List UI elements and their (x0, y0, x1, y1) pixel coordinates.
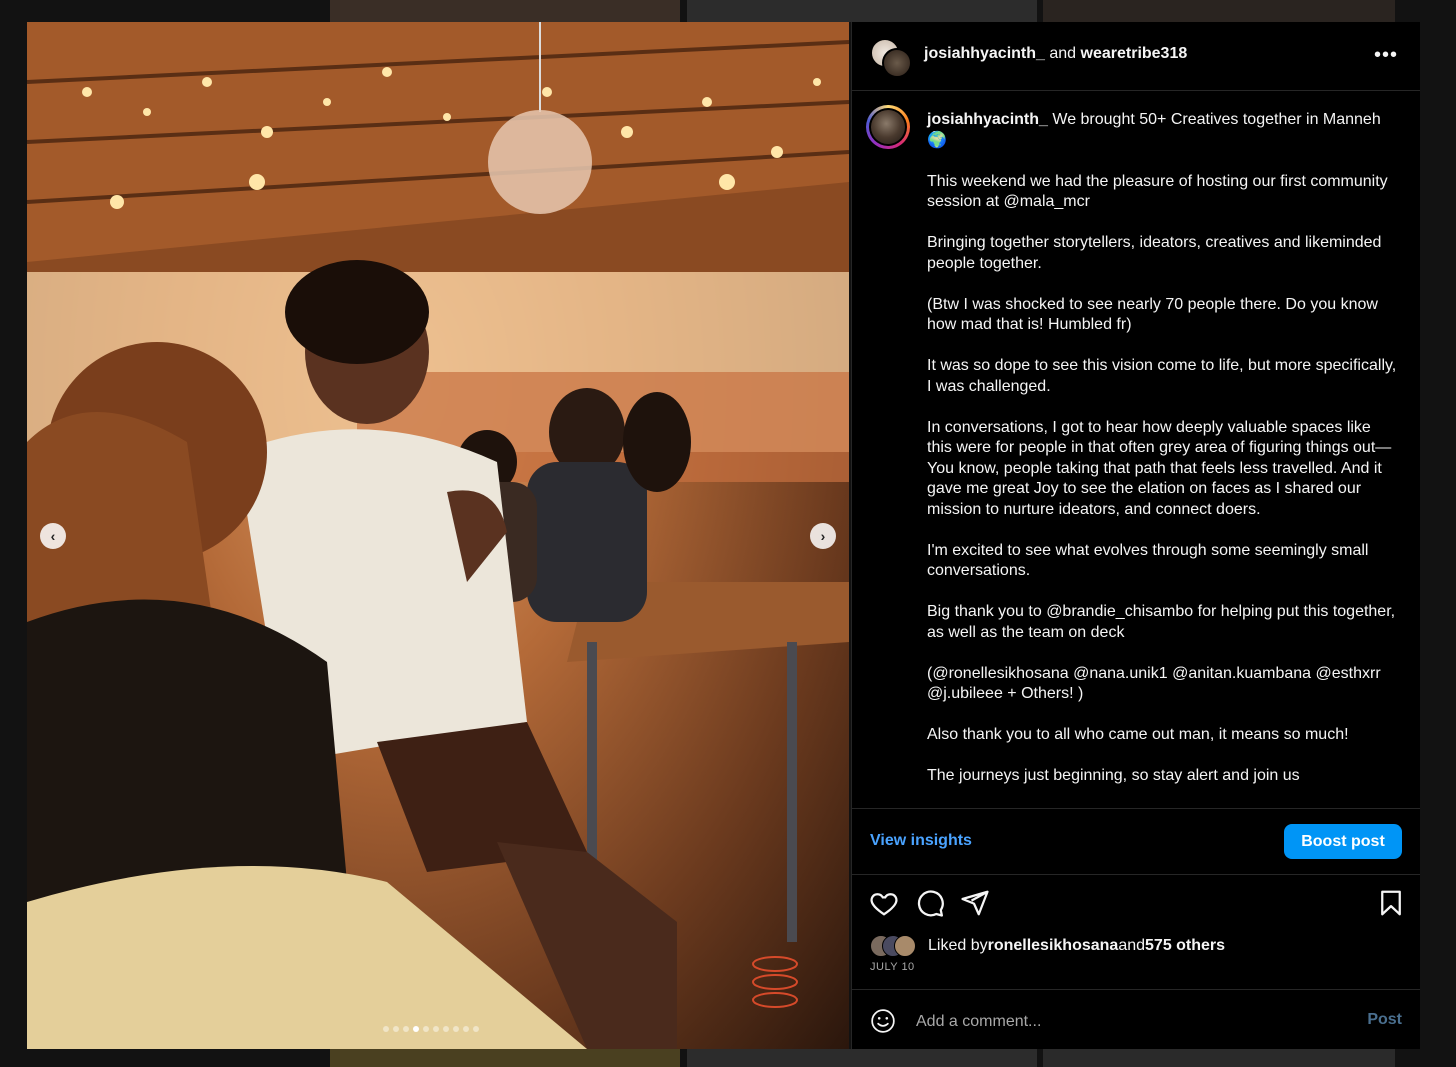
collab-avatars[interactable] (870, 38, 912, 78)
caption-paragraph: It was so dope to see this vision come t… (927, 357, 1397, 395)
chevron-right-icon: › (820, 528, 826, 544)
caption-paragraph: In conversations, I got to hear how deep… (927, 418, 1392, 518)
comment-bar: Post (852, 989, 1420, 1050)
event-photo-illustration (27, 22, 849, 1049)
carousel-dot (453, 1026, 459, 1032)
more-horizontal-icon: ••• (1373, 44, 1398, 66)
emoji-icon[interactable] (870, 1008, 896, 1034)
view-insights-link[interactable]: View insights (870, 832, 972, 850)
caption-paragraph: Bringing together storytellers, ideators… (927, 234, 1382, 272)
caption-paragraph: Also thank you to all who came out man, … (927, 726, 1349, 743)
caption-paragraph: (Btw I was shocked to see nearly 70 peop… (927, 295, 1378, 334)
more-options-button[interactable]: ••• (1374, 44, 1398, 67)
background-tile (687, 0, 1037, 22)
carousel-prev-button[interactable]: ‹ (40, 523, 66, 549)
caption-text: josiahhyacinth_ We brought 50+ Creatives… (927, 110, 1397, 807)
carousel-dot-active (413, 1026, 419, 1032)
background-tile (1043, 0, 1395, 22)
insights-bar: View insights Boost post (852, 808, 1420, 875)
carousel-dot (433, 1026, 439, 1032)
background-tile (330, 0, 680, 22)
avatar (894, 935, 916, 957)
liker-username[interactable]: ronellesikhosana (988, 937, 1119, 955)
background-tile (1043, 1049, 1395, 1067)
background-tile (687, 1049, 1037, 1067)
post-authors[interactable]: josiahhyacinth_ and wearetribe318 (924, 45, 1187, 63)
post-date[interactable]: JULY 10 (870, 961, 915, 973)
carousel-dot (423, 1026, 429, 1032)
likes-prefix: Liked by (928, 937, 988, 954)
carousel-dot (383, 1026, 389, 1032)
author-username[interactable]: josiahhyacinth_ (924, 45, 1045, 62)
caption-avatar[interactable] (866, 105, 910, 149)
author-joiner: and (1044, 45, 1081, 62)
carousel-dot (463, 1026, 469, 1032)
carousel-indicator (383, 1026, 479, 1032)
carousel-dot (393, 1026, 399, 1032)
caption-paragraph: The journeys just beginning, so stay ale… (927, 767, 1300, 784)
carousel-dot (403, 1026, 409, 1032)
caption-area: josiahhyacinth_ We brought 50+ Creatives… (852, 91, 1420, 807)
caption-paragraph: josiahhyacinth_ We brought 50+ Creatives… (927, 110, 1397, 151)
post-actions (852, 884, 1420, 924)
comment-icon[interactable] (915, 888, 945, 918)
caption-paragraph: I'm excited to see what evolves through … (927, 541, 1369, 580)
share-icon[interactable] (960, 888, 990, 918)
heart-icon[interactable] (869, 888, 899, 918)
post-header: josiahhyacinth_ and wearetribe318 ••• (852, 22, 1420, 91)
post-details-panel: josiahhyacinth_ and wearetribe318 ••• jo… (851, 22, 1420, 1049)
caption-paragraph: This weekend we had the pleasure of host… (927, 172, 1388, 211)
post-comment-button[interactable]: Post (1367, 1011, 1402, 1029)
carousel-dot (443, 1026, 449, 1032)
boost-post-button[interactable]: Boost post (1284, 824, 1402, 859)
caption-paragraph: (@ronellesikhosana @nana.unik1 @anitan.k… (927, 664, 1381, 703)
caption-paragraph: Big thank you to @brandie_chisambo for h… (927, 603, 1396, 641)
collaborator-username[interactable]: wearetribe318 (1081, 45, 1188, 62)
likes-summary[interactable]: Liked by ronellesikhosana and 575 others (870, 935, 1225, 957)
liker-avatars (870, 935, 928, 957)
avatar (882, 48, 912, 78)
comment-input[interactable] (914, 1010, 1338, 1034)
post-photo[interactable]: ‹ › (27, 22, 849, 1049)
chevron-left-icon: ‹ (50, 528, 56, 544)
caption-username[interactable]: josiahhyacinth_ (927, 111, 1048, 128)
likes-others[interactable]: 575 others (1145, 937, 1225, 955)
likes-middle: and (1118, 937, 1146, 954)
background-tile (330, 1049, 680, 1067)
carousel-next-button[interactable]: › (810, 523, 836, 549)
carousel-dot (473, 1026, 479, 1032)
bookmark-icon[interactable] (1376, 888, 1406, 918)
